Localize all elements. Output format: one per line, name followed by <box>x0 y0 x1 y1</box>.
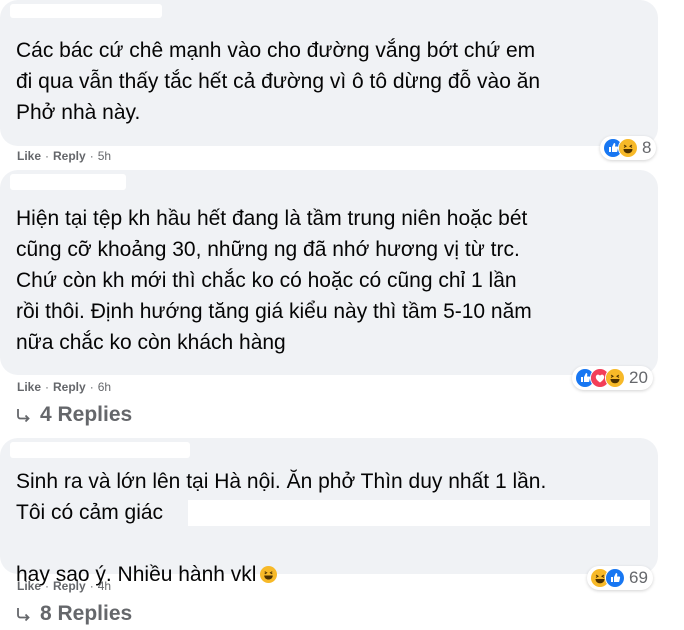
comment-actions: Like · Reply · 4h <box>17 579 112 593</box>
comment-text-line: Sinh ra và lớn lên tại Hà nội. Ăn phở Th… <box>16 470 547 493</box>
replies-count-label: 4 Replies <box>40 403 133 426</box>
comment-timestamp[interactable]: 6h <box>98 380 111 394</box>
like-button[interactable]: Like <box>17 579 41 593</box>
reply-button[interactable]: Reply <box>53 149 86 163</box>
comment-text: Hiện tại tệp kh hầu hết đang là tầm trun… <box>16 207 532 354</box>
comment-bubble: Sinh ra và lớn lên tại Hà nội. Ăn phở Th… <box>0 438 658 586</box>
view-replies-button[interactable]: 4 Replies <box>15 403 132 427</box>
laughing-emoji-icon <box>260 566 278 583</box>
haha-icon <box>618 138 638 158</box>
reaction-count: 20 <box>629 368 648 387</box>
comment-text-line: Tôi có cảm giác <box>16 501 164 524</box>
like-button[interactable]: Like <box>17 380 41 394</box>
view-replies-button[interactable]: 8 Replies <box>15 602 132 626</box>
reply-arrow-icon <box>17 607 30 621</box>
reply-button[interactable]: Reply <box>53 579 86 593</box>
comment-bubble: Hiện tại tệp kh hầu hết đang là tầm trun… <box>0 170 658 375</box>
reply-button[interactable]: Reply <box>53 380 86 394</box>
redacted-author-name <box>10 442 190 458</box>
comment-actions: Like · Reply · 6h <box>17 380 112 394</box>
reaction-count: 8 <box>642 138 652 157</box>
comment-timestamp[interactable]: 5h <box>98 149 111 163</box>
reaction-summary[interactable]: 69 <box>587 566 653 590</box>
comment-actions: Like · Reply · 5h <box>17 149 112 163</box>
reaction-summary[interactable]: 8 <box>600 136 657 160</box>
redacted-author-name <box>10 4 162 18</box>
like-button[interactable]: Like <box>17 149 41 163</box>
comment-text: Các bác cứ chê mạnh vào cho đường vắng b… <box>16 39 541 124</box>
redacted-author-name <box>10 174 126 190</box>
like-icon <box>605 568 625 588</box>
haha-icon <box>605 368 625 388</box>
replies-count-label: 8 Replies <box>40 602 133 625</box>
reaction-count: 69 <box>629 568 648 587</box>
reply-arrow-icon <box>17 408 30 422</box>
comment-timestamp[interactable]: 4h <box>98 579 111 593</box>
comment-bubble: Các bác cứ chê mạnh vào cho đường vắng b… <box>0 0 658 146</box>
redacted-text <box>188 500 650 526</box>
reaction-summary[interactable]: 20 <box>572 366 653 390</box>
